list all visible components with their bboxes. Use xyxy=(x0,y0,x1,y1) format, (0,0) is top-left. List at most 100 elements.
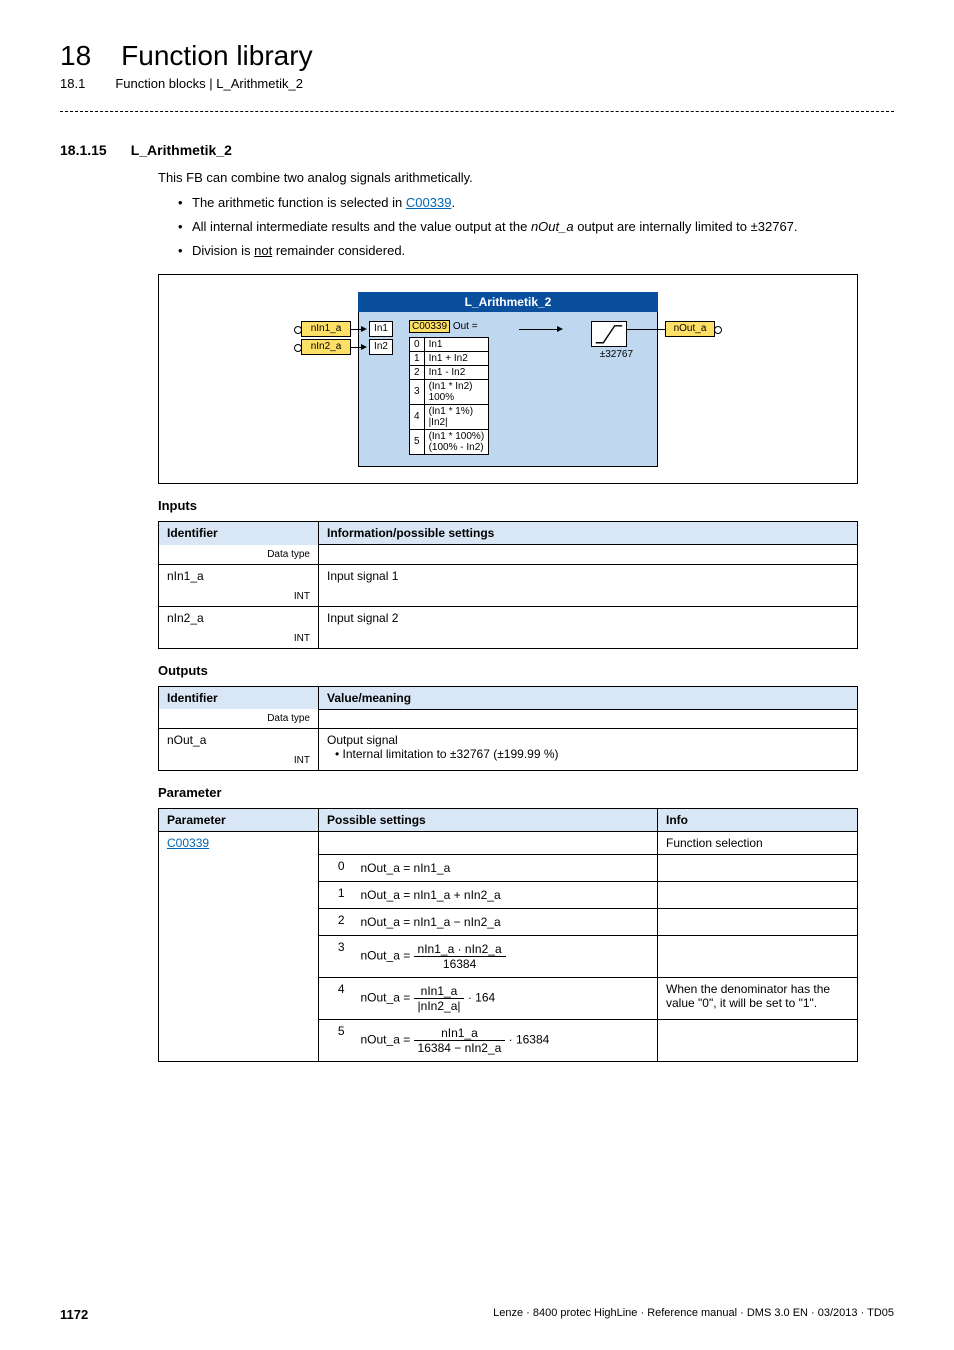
p4-post: · 164 xyxy=(464,991,495,1005)
section-number: 18.1.15 xyxy=(60,142,107,158)
out-header: C00339 Out = xyxy=(409,321,478,332)
p2-info xyxy=(658,909,858,936)
p5-info xyxy=(658,1020,858,1062)
link-c00339[interactable]: C00339 xyxy=(406,195,452,210)
parameter-heading: Parameter xyxy=(158,785,894,800)
p2-f: nOut_a = nIn1_a − nIn2_a xyxy=(353,909,658,936)
p2-n: 2 xyxy=(319,909,353,936)
ft-3-n: 3 xyxy=(410,379,425,404)
th-value-meaning: Value/meaning xyxy=(319,686,858,709)
intro-text: This FB can combine two analog signals a… xyxy=(158,168,894,188)
p4-info: When the denominator has the value "0", … xyxy=(658,978,858,1020)
subsection-number: 18.1 xyxy=(60,76,85,91)
out-eq: Out = xyxy=(453,321,478,332)
p3-info xyxy=(658,936,858,978)
out1-desc-sub: • Internal limitation to ±32767 (±199.99… xyxy=(327,747,559,761)
p4-f: nOut_a = nIn1_a|nIn2_a| · 164 xyxy=(353,978,658,1020)
th-identifier: Identifier xyxy=(159,522,319,545)
function-block-diagram: L_Arithmetik_2 nIn1_a nIn2_a In1 In2 C00… xyxy=(358,292,658,467)
bullet-3-post: remainder considered. xyxy=(272,243,405,258)
param-code-cell: C00339 xyxy=(159,832,319,1062)
subsection-title: Function blocks | L_Arithmetik_2 xyxy=(115,76,303,91)
th-datatype: Data type xyxy=(159,545,319,565)
ft-4-t: (In1 * 1%) |In2| xyxy=(424,404,489,429)
limiter-icon xyxy=(591,321,627,347)
function-table: 0In1 1In1 + In2 2In1 - In2 3(In1 * In2) … xyxy=(409,337,489,455)
p4-frac: nIn1_a|nIn2_a| xyxy=(414,984,465,1013)
section-heading: 18.1.15 L_Arithmetik_2 xyxy=(60,142,894,158)
blank xyxy=(319,545,858,565)
out1-id: nOut_a xyxy=(159,729,319,752)
bullet-2: All internal intermediate results and th… xyxy=(178,218,894,236)
ft-2-t: In1 - In2 xyxy=(424,365,489,379)
inputs-heading: Inputs xyxy=(158,498,894,513)
ft-1-n: 1 xyxy=(410,351,425,365)
chapter-title: Function library xyxy=(121,40,312,72)
in1-desc: Input signal 1 xyxy=(319,564,858,606)
ft-5-n: 5 xyxy=(410,429,425,454)
in2-desc: Input signal 2 xyxy=(319,606,858,648)
param-blank xyxy=(319,832,658,855)
parameter-table: Parameter Possible settings Info C00339 … xyxy=(158,808,858,1062)
p5-den: 16384 − nIn2_a xyxy=(414,1041,506,1055)
th-parameter: Parameter xyxy=(159,809,319,832)
ft-0-n: 0 xyxy=(410,337,425,351)
th-possible: Possible settings xyxy=(319,809,658,832)
p1-n: 1 xyxy=(319,882,353,909)
p0-f: nOut_a = nIn1_a xyxy=(353,855,658,882)
outputs-heading: Outputs xyxy=(158,663,894,678)
p3-f: nOut_a = nIn1_a · nIn2_a16384 xyxy=(353,936,658,978)
diagram-title: L_Arithmetik_2 xyxy=(358,292,658,312)
arrow-to-limiter-head xyxy=(557,326,563,332)
ft-1-t: In1 + In2 xyxy=(424,351,489,365)
chapter-number: 18 xyxy=(60,40,91,72)
arrow-out xyxy=(627,329,665,330)
subsection-row: 18.1 Function blocks | L_Arithmetik_2 xyxy=(60,76,894,91)
outputs-table: Identifier Value/meaning Data type nOut_… xyxy=(158,686,858,772)
arrow-to-limiter xyxy=(519,329,559,330)
port-out: nOut_a xyxy=(665,321,715,337)
p0-info xyxy=(658,855,858,882)
bullet-1-pre: The arithmetic function is selected in xyxy=(192,195,406,210)
in2-dt: INT xyxy=(159,629,319,649)
p3-pre: nOut_a = xyxy=(361,949,414,963)
p5-num: nIn1_a xyxy=(414,1026,506,1041)
page-number: 1172 xyxy=(60,1307,88,1322)
bullet-3: Division is not remainder considered. xyxy=(178,242,894,260)
in1-id: nIn1_a xyxy=(159,564,319,587)
ft-3-t: (In1 * In2) 100% xyxy=(424,379,489,404)
bullet-1-post: . xyxy=(451,195,455,210)
bullet-2-post: output are internally limited to ±32767. xyxy=(574,219,798,234)
port-in1: nIn1_a xyxy=(301,321,351,337)
label-in1: In1 xyxy=(369,321,393,337)
p1-info xyxy=(658,882,858,909)
p3-num: nIn1_a · nIn2_a xyxy=(414,942,506,957)
out1-dt: INT xyxy=(159,751,319,771)
arrow-in1-head xyxy=(361,326,367,332)
out1-desc: Output signal • Internal limitation to ±… xyxy=(319,729,858,771)
bullet-3-pre: Division is xyxy=(192,243,254,258)
p3-frac: nIn1_a · nIn2_a16384 xyxy=(414,942,506,971)
link-c00339-2[interactable]: C00339 xyxy=(167,836,209,850)
bullet-3-u: not xyxy=(254,243,272,258)
blank2 xyxy=(319,709,858,729)
in1-dt: INT xyxy=(159,587,319,607)
th-info-settings: Information/possible settings xyxy=(319,522,858,545)
param-funcsel: Function selection xyxy=(658,832,858,855)
ft-4-n: 4 xyxy=(410,404,425,429)
p5-post: · 16384 xyxy=(505,1033,549,1047)
p5-f: nOut_a = nIn1_a16384 − nIn2_a · 16384 xyxy=(353,1020,658,1062)
th-datatype-2: Data type xyxy=(159,709,319,729)
in2-id: nIn2_a xyxy=(159,606,319,629)
bullet-2-em: nOut_a xyxy=(531,219,574,234)
divider xyxy=(60,111,894,112)
ft-0-t: In1 xyxy=(424,337,489,351)
p3-den: 16384 xyxy=(414,957,506,971)
p1-f: nOut_a = nIn1_a + nIn2_a xyxy=(353,882,658,909)
th-identifier-2: Identifier xyxy=(159,686,319,709)
limiter-label: ±32767 xyxy=(600,349,633,360)
p4-den: |nIn2_a| xyxy=(414,999,465,1013)
inputs-table: Identifier Information/possible settings… xyxy=(158,521,858,649)
label-in2: In2 xyxy=(369,339,393,355)
code-badge: C00339 xyxy=(409,320,450,333)
